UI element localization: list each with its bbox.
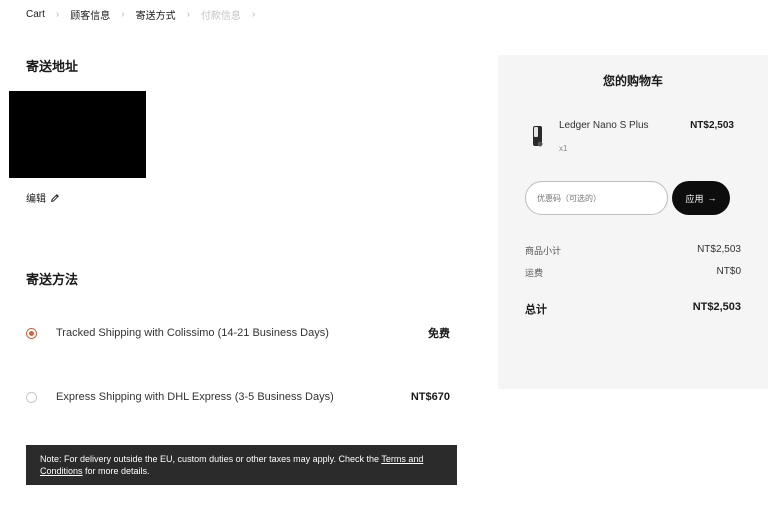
note-text: Note: For delivery outside the EU, custo…	[40, 454, 382, 464]
product-thumbnail	[533, 126, 543, 147]
edit-address-button[interactable]: 编辑	[26, 190, 60, 205]
shipping-cost-label: 运费	[525, 268, 544, 278]
breadcrumb-cart[interactable]: Cart	[26, 9, 45, 20]
apply-label: 应用	[685, 193, 704, 204]
note-text-end: for more details.	[82, 466, 150, 476]
arrow-right-icon: →	[707, 193, 717, 203]
shipping-cost-row: 运费 NT$0	[525, 266, 741, 279]
shipping-option-label: Tracked Shipping with Colissimo (14-21 B…	[56, 327, 329, 339]
product-quantity: x1	[559, 144, 568, 153]
coupon-input[interactable]	[525, 181, 668, 215]
subtotal-label: 商品小计	[525, 246, 562, 256]
chevron-right-icon: ›	[121, 9, 125, 20]
cart-summary: 您的购物车 Ledger Nano S Plus NT$2,503 x1 应用 …	[498, 55, 768, 389]
subtotal-value: NT$2,503	[697, 244, 741, 255]
chevron-right-icon: ›	[186, 9, 190, 20]
product-price: NT$2,503	[690, 120, 734, 131]
radio-dhl[interactable]	[26, 391, 37, 403]
shipping-option-label: Express Shipping with DHL Express (3-5 B…	[56, 391, 334, 403]
shipping-method-title: 寄送方法	[26, 272, 79, 287]
apply-coupon-button[interactable]: 应用 →	[672, 181, 730, 215]
pencil-icon	[51, 193, 59, 202]
shipping-option-colissimo[interactable]: Tracked Shipping with Colissimo (14-21 B…	[26, 325, 450, 341]
radio-colissimo[interactable]	[26, 327, 37, 339]
breadcrumb-payment: 付款信息	[200, 11, 241, 22]
customs-note: Note: For delivery outside the EU, custo…	[26, 445, 457, 485]
edit-label: 编辑	[26, 194, 46, 205]
product-name: Ledger Nano S Plus	[559, 120, 649, 131]
breadcrumb-shipping[interactable]: 寄送方式	[136, 7, 176, 22]
total-value: NT$2,503	[692, 301, 741, 313]
subtotal-row: 商品小计 NT$2,503	[525, 244, 741, 257]
redacted-address	[9, 91, 146, 178]
total-label: 总计	[525, 304, 547, 316]
shipping-option-price: NT$670	[410, 391, 450, 403]
breadcrumb-customer-info[interactable]: 顾客信息	[70, 7, 110, 22]
total-row: 总计 NT$2,503	[525, 301, 741, 317]
chevron-right-icon: ›	[55, 9, 60, 20]
shipping-address-title: 寄送地址	[26, 59, 79, 74]
shipping-option-dhl[interactable]: Express Shipping with DHL Express (3-5 B…	[26, 391, 450, 403]
cart-title: 您的购物车	[602, 74, 663, 88]
breadcrumb: Cart › 顾客信息 › 寄送方式 › 付款信息 ›	[26, 7, 266, 22]
chevron-right-icon: ›	[251, 9, 256, 20]
shipping-option-price: 免费	[428, 328, 450, 340]
shipping-cost-value: NT$0	[716, 266, 741, 277]
